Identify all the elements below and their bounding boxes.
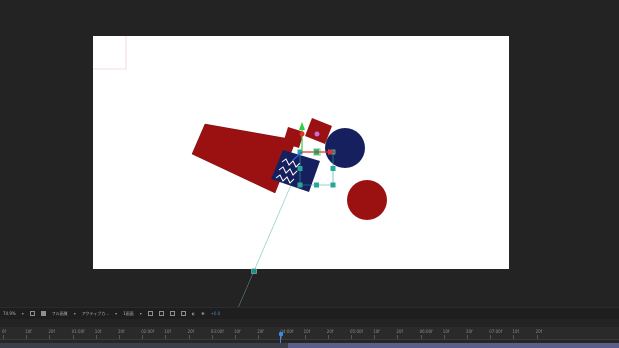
region-of-interest-icon[interactable] — [147, 311, 153, 316]
time-tick-mark — [443, 335, 445, 339]
transform-handle-bottom-right[interactable] — [330, 182, 336, 188]
anchor-point-icon[interactable] — [314, 131, 320, 137]
viewer-control-bar: 74.9% ▾ フル画質 ▾ アクティブカ... ▾ 1画面 ▾ ◐ ✱ +0.… — [0, 307, 619, 319]
red-circle[interactable] — [347, 180, 387, 220]
transform-handle-right[interactable] — [330, 166, 336, 171]
time-tick-label: 06:00f — [419, 329, 433, 334]
exposure-offset[interactable]: +0.0 — [211, 311, 221, 316]
time-tick-label: 10f — [94, 329, 102, 334]
magnification-dropdown[interactable]: 74.9% — [3, 311, 16, 316]
time-ruler[interactable]: 0f 10f 20f 01:00f 10f 20f 02:00f 10f 20f 03:00f 10… — [0, 327, 619, 340]
time-tick-mark — [304, 335, 306, 339]
resolution-chevron-icon[interactable]: ▾ — [74, 311, 76, 316]
magnification-chevron-icon[interactable]: ▾ — [22, 311, 24, 316]
time-tick-label: 10f — [373, 329, 380, 334]
mask-toggle-icon[interactable] — [40, 311, 46, 316]
time-tick-label: 20f — [118, 329, 125, 334]
color-settings-icon[interactable]: ✱ — [201, 311, 204, 316]
time-tick-label: 02:00f — [141, 329, 155, 334]
view-mode-dropdown[interactable]: アクティブカ... — [82, 311, 109, 317]
view-count-chevron-icon[interactable]: ▾ — [140, 311, 142, 316]
time-tick-mark — [420, 335, 422, 339]
view-mode-chevron-icon[interactable]: ▾ — [115, 311, 117, 316]
time-tick-label: 01:00f — [71, 329, 85, 334]
time-tick-mark — [536, 335, 538, 339]
transform-handle-top-left[interactable] — [297, 149, 303, 155]
time-tick-mark — [327, 335, 329, 339]
time-tick-mark — [72, 335, 74, 339]
time-tick-label: 10f — [442, 329, 450, 334]
work-area-bar[interactable] — [288, 343, 619, 348]
time-tick-label: 20f — [535, 329, 543, 334]
time-tick-label: 05:00f — [350, 329, 363, 334]
time-tick-mark — [142, 335, 144, 339]
time-tick-mark — [95, 335, 97, 339]
time-tick-label: 20f — [257, 329, 264, 334]
time-tick-mark — [467, 335, 468, 339]
time-tick-label: 10f — [234, 329, 241, 334]
transform-handle-bottom-left[interactable] — [297, 182, 303, 188]
time-tick-mark — [211, 335, 213, 339]
time-tick-mark — [26, 335, 28, 339]
show-snapshot-icon[interactable] — [180, 311, 186, 316]
time-tick-label: 10f — [25, 329, 32, 334]
time-tick-label: 0f — [2, 329, 6, 334]
time-tick-label: 20f — [48, 329, 55, 334]
time-tick-mark — [165, 335, 167, 339]
motion-path-keyframe-handle[interactable] — [251, 268, 257, 274]
transform-handle-top[interactable] — [314, 149, 319, 155]
time-tick-label: 20f — [396, 329, 403, 334]
time-tick-label: 10f — [303, 329, 311, 334]
grid-toggle-icon[interactable] — [29, 311, 35, 316]
transform-handle-left[interactable] — [297, 166, 303, 171]
time-tick-mark — [490, 335, 492, 339]
time-tick-label: 10f — [512, 329, 519, 334]
time-tick-label: 03:00f — [210, 329, 224, 334]
time-tick-mark — [374, 335, 376, 339]
resolution-dropdown[interactable]: フル画質 — [52, 311, 68, 317]
time-tick-mark — [351, 335, 352, 339]
time-tick-mark — [397, 335, 399, 339]
time-tick-label: 20f — [326, 329, 334, 334]
time-tick-label: 10f — [164, 329, 171, 334]
time-tick-label: 20f — [466, 329, 473, 334]
gizmo-rotate-handle[interactable] — [299, 131, 305, 137]
transparency-grid-icon[interactable] — [158, 311, 164, 316]
time-tick-mark — [513, 335, 515, 339]
time-tick-label: 07:00f — [489, 329, 503, 334]
time-tick-mark — [49, 335, 51, 339]
transform-handle-bottom[interactable] — [314, 182, 319, 188]
channel-icon[interactable]: ◐ — [192, 311, 196, 316]
time-tick-mark — [3, 335, 4, 339]
time-tick-mark — [235, 335, 236, 339]
blue-circle[interactable] — [325, 128, 365, 168]
view-count-dropdown[interactable]: 1画面 — [123, 311, 134, 317]
time-tick-mark — [188, 335, 190, 339]
time-tick-mark — [119, 335, 120, 339]
time-tick-mark — [258, 335, 260, 339]
time-tick-label: 20f — [187, 329, 195, 334]
composition-viewer[interactable] — [0, 0, 619, 308]
snapshot-icon[interactable] — [169, 311, 175, 316]
